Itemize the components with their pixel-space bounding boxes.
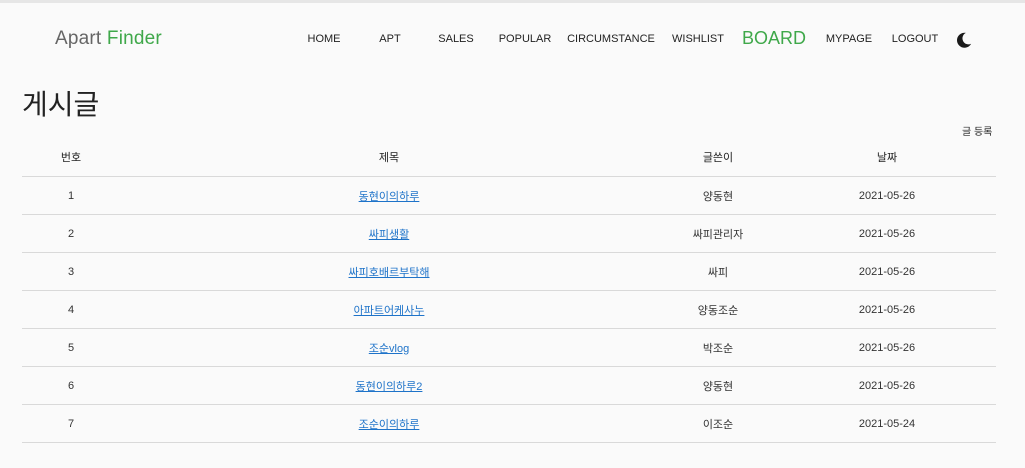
row-no: 4 (22, 290, 120, 329)
nav-logout[interactable]: LOGOUT (892, 33, 938, 45)
header-date: 날짜 (778, 138, 996, 177)
nav-sales[interactable]: SALES (438, 33, 473, 45)
nav-home[interactable]: HOME (308, 33, 341, 45)
row-title-link[interactable]: 아파트어케사누 (354, 305, 425, 317)
brand-logo[interactable]: Apart Finder (55, 28, 162, 50)
header-no: 번호 (22, 138, 120, 177)
row-no: 2 (22, 214, 120, 253)
row-date: 2021-05-26 (778, 252, 996, 291)
row-date: 2021-05-26 (778, 290, 996, 329)
row-no: 1 (22, 176, 120, 215)
table-header-row: 번호 제목 글쓴이 날짜 (22, 138, 996, 177)
row-writer: 박조순 (658, 328, 778, 367)
table-row: 7 조순이의하루 이조순 2021-05-24 (22, 404, 996, 443)
table-row: 3 싸피호배르부탁해 싸피 2021-05-26 (22, 252, 996, 291)
brand-part2: Finder (106, 28, 162, 49)
table-row: 1 동현이의하루 양동현 2021-05-26 (22, 176, 996, 215)
write-post-button[interactable]: 글 등록 (962, 123, 992, 138)
navbar: Apart Finder HOME APT SALES POPULAR CIRC… (0, 3, 1025, 75)
row-date: 2021-05-24 (778, 404, 996, 443)
row-date: 2021-05-26 (778, 176, 996, 215)
header-writer: 글쓴이 (658, 138, 778, 177)
table-row: 4 아파트어케사누 양동조순 2021-05-26 (22, 290, 996, 329)
row-writer: 양동조순 (658, 290, 778, 329)
row-date: 2021-05-26 (778, 328, 996, 367)
row-writer: 싸피 (658, 252, 778, 291)
moon-icon[interactable] (955, 31, 973, 49)
board-table: 번호 제목 글쓴이 날짜 1 동현이의하루 양동현 2021-05-26 2 싸… (22, 138, 996, 443)
nav-circumstance[interactable]: CIRCUMSTANCE (567, 33, 655, 45)
nav-apt[interactable]: APT (379, 33, 400, 45)
row-title-link[interactable]: 싸피생활 (369, 229, 409, 241)
nav-mypage[interactable]: MYPAGE (826, 33, 872, 45)
row-title-link[interactable]: 동현이의하루2 (356, 381, 423, 393)
nav-board[interactable]: BOARD (742, 28, 806, 49)
row-date: 2021-05-26 (778, 214, 996, 253)
row-title-link[interactable]: 동현이의하루 (359, 191, 420, 203)
row-no: 5 (22, 328, 120, 367)
row-no: 7 (22, 404, 120, 443)
brand-part1: Apart (55, 28, 102, 49)
nav-popular[interactable]: POPULAR (499, 33, 552, 45)
row-title-link[interactable]: 싸피호배르부탁해 (349, 267, 430, 279)
table-row: 6 동현이의하루2 양동현 2021-05-26 (22, 366, 996, 405)
row-writer: 싸피관리자 (658, 214, 778, 253)
table-row: 2 싸피생활 싸피관리자 2021-05-26 (22, 214, 996, 253)
table-row: 5 조순vlog 박조순 2021-05-26 (22, 328, 996, 367)
row-writer: 이조순 (658, 404, 778, 443)
row-no: 6 (22, 366, 120, 405)
row-date: 2021-05-26 (778, 366, 996, 405)
row-writer: 양동현 (658, 176, 778, 215)
row-title-link[interactable]: 조순vlog (369, 343, 409, 355)
page-title: 게시글 (22, 89, 100, 120)
row-writer: 양동현 (658, 366, 778, 405)
nav-wishlist[interactable]: WISHLIST (672, 33, 724, 45)
row-title-link[interactable]: 조순이의하루 (359, 419, 420, 431)
row-no: 3 (22, 252, 120, 291)
header-title: 제목 (120, 138, 658, 177)
